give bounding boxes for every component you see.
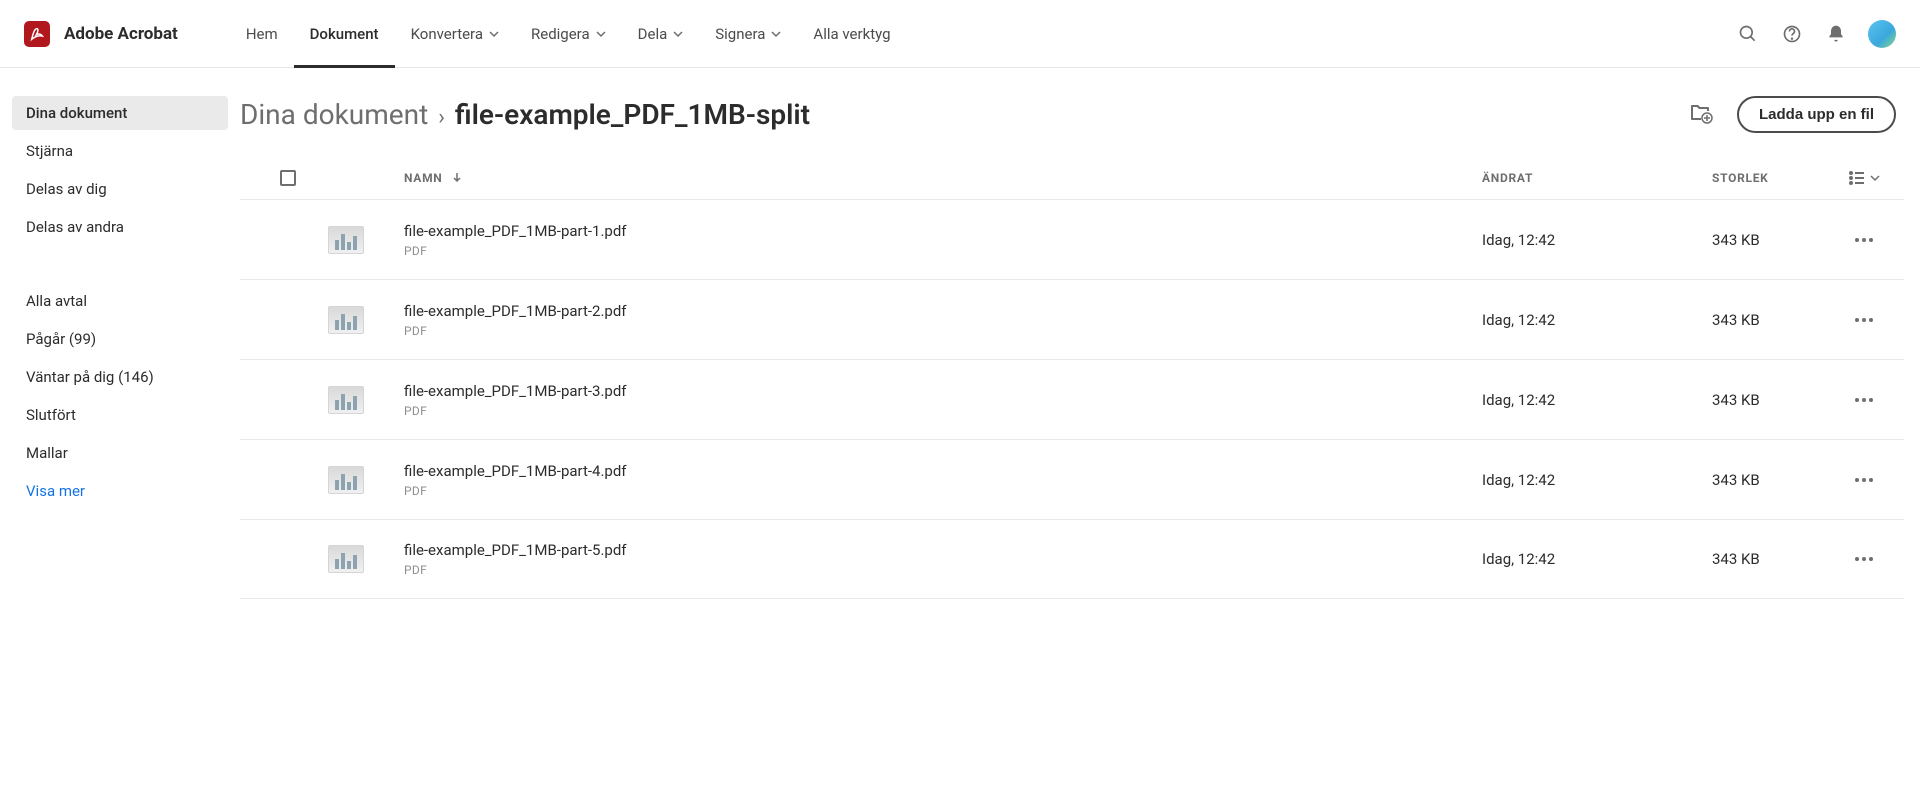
file-size: 343 KB bbox=[1712, 391, 1832, 409]
sidebar-item-alla-avtal[interactable]: Alla avtal bbox=[12, 284, 228, 318]
nav-dela[interactable]: Dela bbox=[622, 0, 700, 67]
layout: Dina dokument Stjärna Delas av dig Delas… bbox=[0, 68, 1920, 627]
upload-button[interactable]: Ladda upp en fil bbox=[1737, 96, 1896, 133]
pdf-thumbnail-icon bbox=[328, 386, 364, 414]
sidebar-item-delas-av-dig[interactable]: Delas av dig bbox=[12, 172, 228, 206]
more-options-button[interactable] bbox=[1849, 312, 1879, 328]
table-row[interactable]: file-example_PDF_1MB-part-3.pdf PDF Idag, … bbox=[240, 359, 1904, 439]
topbar: Adobe Acrobat Hem Dokument Konvertera Re… bbox=[0, 0, 1920, 68]
nav-alla-verktyg[interactable]: Alla verktyg bbox=[797, 0, 906, 67]
file-name: file-example_PDF_1MB-part-4.pdf bbox=[404, 462, 627, 480]
sidebar-item-vantar-pa-dig[interactable]: Väntar på dig (146) bbox=[12, 360, 228, 394]
pdf-thumbnail-icon bbox=[328, 466, 364, 494]
breadcrumb-parent[interactable]: Dina dokument bbox=[240, 98, 428, 131]
sidebar-item-pagar[interactable]: Pågår (99) bbox=[12, 322, 228, 356]
sidebar-item-dina-dokument[interactable]: Dina dokument bbox=[12, 96, 228, 130]
main-header: Dina dokument › file-example_PDF_1MB-spl… bbox=[240, 96, 1904, 133]
file-name: file-example_PDF_1MB-part-2.pdf bbox=[404, 302, 627, 320]
file-size: 343 KB bbox=[1712, 471, 1832, 489]
sidebar-group-agreements: Alla avtal Pågår (99) Väntar på dig (146… bbox=[12, 284, 228, 508]
breadcrumb-current: file-example_PDF_1MB-split bbox=[455, 98, 810, 131]
column-header-size[interactable]: STORLEK bbox=[1712, 171, 1832, 185]
pdf-thumbnail-icon bbox=[328, 306, 364, 334]
breadcrumb-separator: › bbox=[438, 105, 445, 130]
brand[interactable]: Adobe Acrobat bbox=[24, 21, 178, 47]
header-actions: Ladda upp en fil bbox=[1689, 96, 1896, 133]
file-type: PDF bbox=[404, 484, 627, 498]
sidebar-group-documents: Dina dokument Stjärna Delas av dig Delas… bbox=[12, 96, 228, 244]
top-nav: Hem Dokument Konvertera Redigera Dela Si… bbox=[230, 0, 907, 67]
nav-dokument[interactable]: Dokument bbox=[294, 0, 395, 67]
nav-redigera[interactable]: Redigera bbox=[515, 0, 622, 67]
brand-name: Adobe Acrobat bbox=[64, 24, 178, 44]
file-size: 343 KB bbox=[1712, 311, 1832, 329]
sidebar: Dina dokument Stjärna Delas av dig Delas… bbox=[0, 68, 240, 627]
chevron-down-icon bbox=[489, 25, 499, 43]
more-options-button[interactable] bbox=[1849, 551, 1879, 567]
list-view-icon bbox=[1848, 169, 1866, 187]
table-row[interactable]: file-example_PDF_1MB-part-5.pdf PDF Idag, … bbox=[240, 519, 1904, 599]
chevron-down-icon bbox=[596, 25, 606, 43]
view-toggle[interactable] bbox=[1848, 169, 1880, 187]
file-type: PDF bbox=[404, 244, 627, 258]
chevron-down-icon bbox=[771, 25, 781, 43]
file-name: file-example_PDF_1MB-part-3.pdf bbox=[404, 382, 627, 400]
file-list: file-example_PDF_1MB-part-1.pdf PDF Idag, … bbox=[240, 199, 1904, 599]
acrobat-logo-icon bbox=[24, 21, 50, 47]
sidebar-item-mallar[interactable]: Mallar bbox=[12, 436, 228, 470]
nav-hem[interactable]: Hem bbox=[230, 0, 294, 67]
column-header-modified[interactable]: ÄNDRAT bbox=[1482, 171, 1712, 185]
sidebar-visa-mer[interactable]: Visa mer bbox=[12, 474, 228, 508]
sidebar-item-delas-av-andra[interactable]: Delas av andra bbox=[12, 210, 228, 244]
chevron-down-icon bbox=[673, 25, 683, 43]
file-type: PDF bbox=[404, 324, 627, 338]
file-name: file-example_PDF_1MB-part-1.pdf bbox=[404, 222, 627, 240]
file-modified: Idag, 12:42 bbox=[1482, 550, 1712, 568]
table-row[interactable]: file-example_PDF_1MB-part-1.pdf PDF Idag, … bbox=[240, 199, 1904, 279]
file-modified: Idag, 12:42 bbox=[1482, 311, 1712, 329]
help-icon[interactable] bbox=[1780, 22, 1804, 46]
topbar-right bbox=[1736, 20, 1896, 48]
pdf-thumbnail-icon bbox=[328, 226, 364, 254]
file-type: PDF bbox=[404, 563, 627, 577]
select-all-checkbox[interactable] bbox=[280, 170, 296, 186]
table-header: NAMN ÄNDRAT STORLEK bbox=[240, 157, 1904, 199]
file-modified: Idag, 12:42 bbox=[1482, 391, 1712, 409]
file-modified: Idag, 12:42 bbox=[1482, 231, 1712, 249]
main-content: Dina dokument › file-example_PDF_1MB-spl… bbox=[240, 68, 1920, 627]
table-row[interactable]: file-example_PDF_1MB-part-4.pdf PDF Idag, … bbox=[240, 439, 1904, 519]
more-options-button[interactable] bbox=[1849, 472, 1879, 488]
sort-arrow-down-icon bbox=[451, 171, 463, 186]
avatar[interactable] bbox=[1868, 20, 1896, 48]
file-size: 343 KB bbox=[1712, 550, 1832, 568]
file-name: file-example_PDF_1MB-part-5.pdf bbox=[404, 541, 627, 559]
breadcrumb: Dina dokument › file-example_PDF_1MB-spl… bbox=[240, 98, 810, 131]
file-type: PDF bbox=[404, 404, 627, 418]
nav-konvertera[interactable]: Konvertera bbox=[395, 0, 515, 67]
nav-signera[interactable]: Signera bbox=[699, 0, 797, 67]
more-options-button[interactable] bbox=[1849, 232, 1879, 248]
bell-icon[interactable] bbox=[1824, 22, 1848, 46]
new-folder-icon[interactable] bbox=[1689, 101, 1713, 129]
more-options-button[interactable] bbox=[1849, 392, 1879, 408]
pdf-thumbnail-icon bbox=[328, 545, 364, 573]
chevron-down-icon bbox=[1870, 173, 1880, 183]
sidebar-item-slutfort[interactable]: Slutfört bbox=[12, 398, 228, 432]
search-icon[interactable] bbox=[1736, 22, 1760, 46]
file-modified: Idag, 12:42 bbox=[1482, 471, 1712, 489]
column-header-name[interactable]: NAMN bbox=[404, 171, 1482, 186]
file-size: 343 KB bbox=[1712, 231, 1832, 249]
sidebar-item-stjarna[interactable]: Stjärna bbox=[12, 134, 228, 168]
table-row[interactable]: file-example_PDF_1MB-part-2.pdf PDF Idag, … bbox=[240, 279, 1904, 359]
